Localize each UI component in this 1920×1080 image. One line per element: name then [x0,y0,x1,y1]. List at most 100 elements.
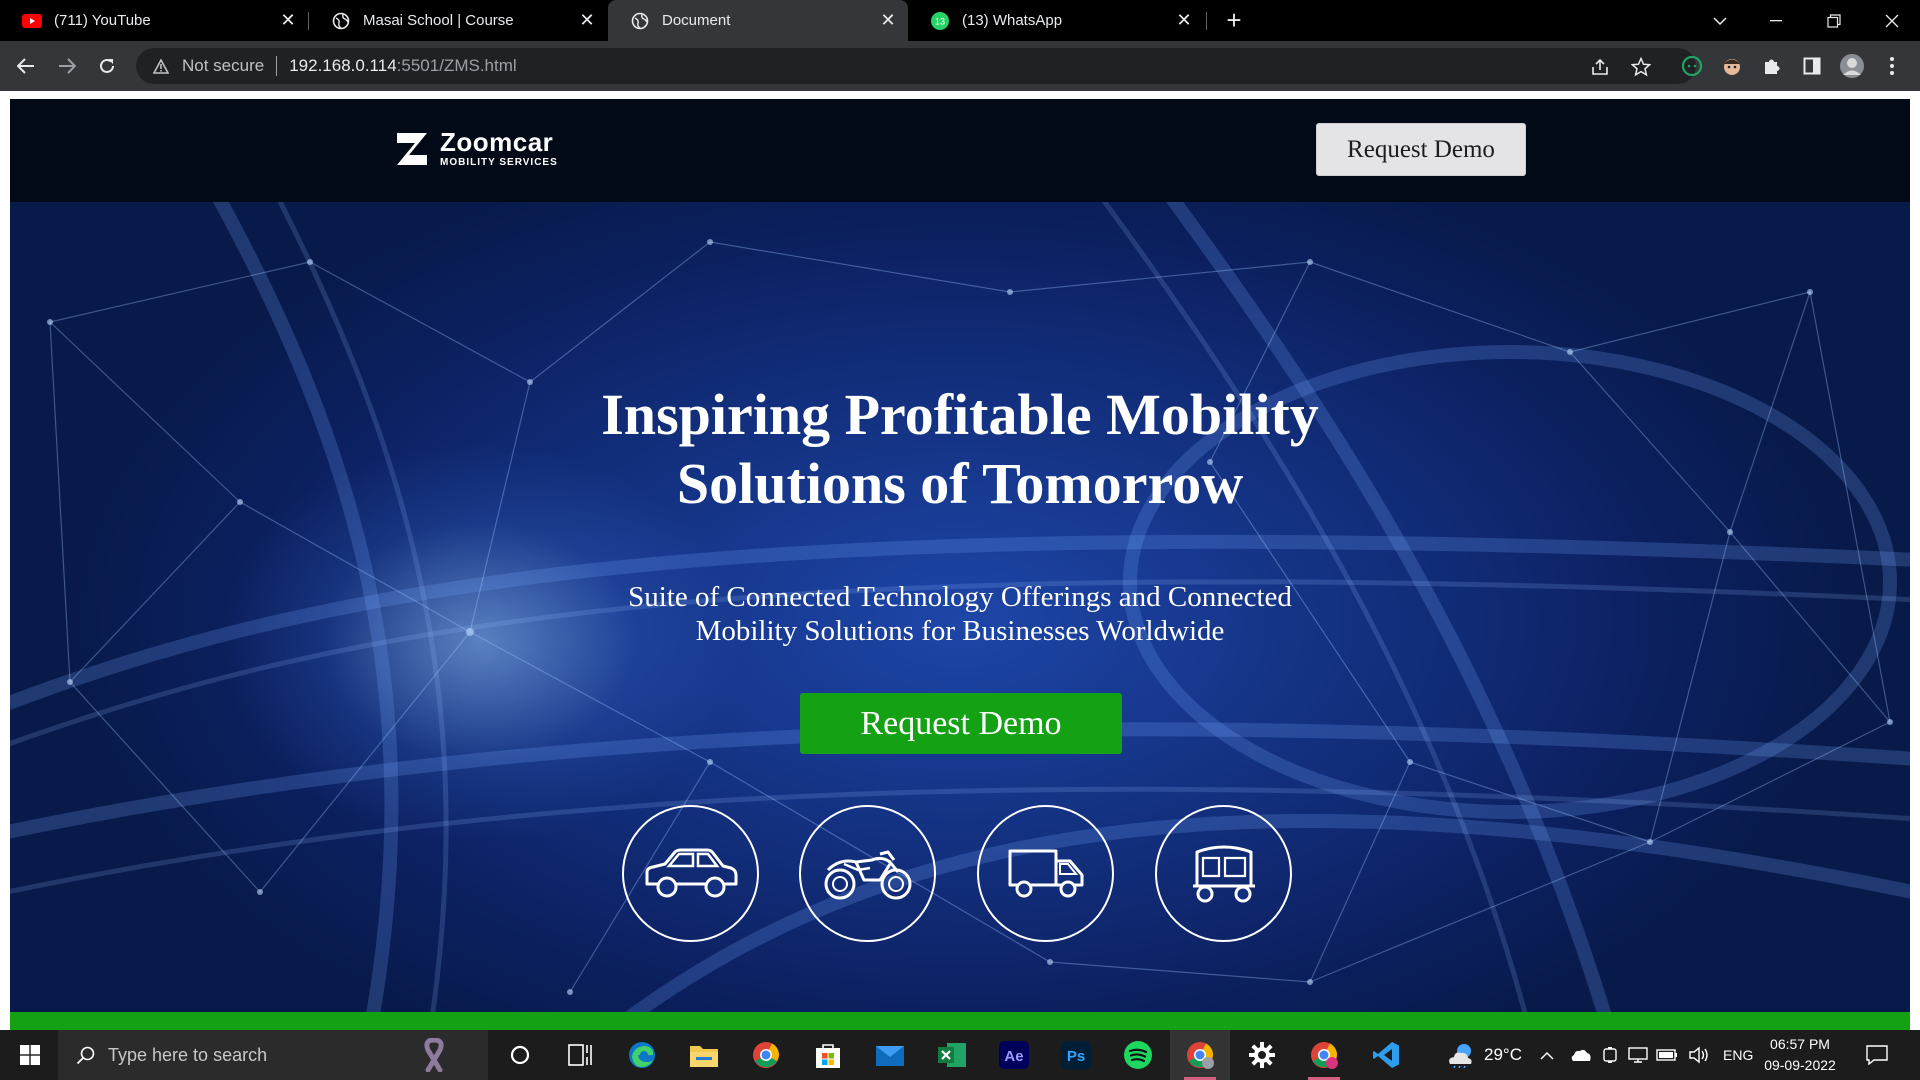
hero-subtitle: Suite of Connected Technology Offerings … [10,580,1910,648]
chrome-icon[interactable] [1170,1030,1230,1080]
browser-toolbar: Not secure 192.168.0.114 :5501/ZMS.html [0,41,1920,91]
tab-whatsapp[interactable]: 13 (13) WhatsApp ✕ [908,0,1204,41]
logo-name: Zoomcar [440,127,554,157]
windows-start-icon[interactable] [6,1030,54,1080]
logo-subtitle: MOBILITY SERVICES [440,157,558,168]
forward-icon[interactable] [51,50,83,82]
hero-title: Inspiring Profitable Mobility Solutions … [10,380,1910,518]
taskbar-search-box[interactable]: Type here to search [58,1030,488,1080]
hero-title-line: Inspiring Profitable Mobility [601,382,1319,447]
excel-icon[interactable] [922,1030,982,1080]
address-bar[interactable]: Not secure 192.168.0.114 :5501/ZMS.html [136,48,1696,84]
warning-triangle-icon[interactable] [152,57,170,75]
tab-title: (13) WhatsApp [962,12,1063,29]
awareness-ribbon-icon [420,1038,448,1072]
tab-title: (711) YouTube [54,12,151,29]
auto-rickshaw-icon[interactable] [1155,805,1292,942]
side-panel-icon[interactable] [1796,50,1828,82]
back-icon[interactable] [10,50,42,82]
face-extension-icon[interactable] [1716,50,1748,82]
onedrive-cloud-icon[interactable] [1570,1030,1592,1080]
search-placeholder: Type here to search [108,1044,268,1065]
chrome-canary-icon[interactable] [1294,1030,1354,1080]
weather-cloud-icon [1449,1044,1472,1068]
svg-text:13: 13 [935,16,945,26]
tab-document[interactable]: Document ✕ [608,0,908,41]
bookmark-star-icon[interactable] [1630,56,1652,78]
restore-icon[interactable] [1806,0,1862,41]
car-icon[interactable] [622,805,759,942]
site-header: Zoomcar MOBILITY SERVICES Request Demo [10,99,1910,202]
notifications-icon[interactable] [1866,1030,1888,1080]
network-icon[interactable] [1628,1030,1648,1080]
zoomcar-logo[interactable]: Zoomcar MOBILITY SERVICES [394,129,558,169]
after-effects-icon[interactable]: Ae [984,1030,1044,1080]
zoomcar-site: Zoomcar MOBILITY SERVICES Request Demo I… [10,99,1910,1030]
close-tab-icon[interactable]: ✕ [575,9,599,33]
header-request-demo-button[interactable]: Request Demo [1316,123,1526,176]
hero-subtitle-line: Mobility Solutions for Businesses Worldw… [695,615,1225,647]
close-tab-icon[interactable]: ✕ [276,9,300,33]
extensions-puzzle-icon[interactable] [1756,50,1788,82]
edge-icon[interactable] [612,1030,672,1080]
youtube-icon [22,11,42,31]
spotify-icon[interactable] [1108,1030,1168,1080]
browser-menu-icon[interactable] [1876,50,1908,82]
ms-store-icon[interactable] [798,1030,858,1080]
clock-date: 09-09-2022 [1764,1057,1836,1073]
cortana-icon[interactable] [490,1030,550,1080]
svg-text:Ae: Ae [1004,1048,1023,1065]
tab-title: Document [662,12,731,29]
close-tab-icon[interactable]: ✕ [1172,9,1196,33]
hero-section: Inspiring Profitable Mobility Solutions … [10,202,1910,1012]
new-tab-button[interactable]: + [1220,5,1248,35]
search-icon [76,1045,96,1065]
chrome-icon[interactable] [736,1030,796,1080]
mail-icon[interactable] [860,1030,920,1080]
taskbar-clock[interactable]: 06:57 PM 09-09-2022 [1760,1034,1840,1076]
motorbike-icon[interactable] [799,805,936,942]
battery-icon[interactable] [1656,1030,1678,1080]
reload-icon[interactable] [91,50,123,82]
clock-time: 06:57 PM [1770,1036,1830,1052]
file-explorer-icon[interactable] [674,1030,734,1080]
whatsapp-icon: 13 [930,11,950,31]
url-host: 192.168.0.114 [289,56,397,75]
address-divider [276,56,278,76]
tab-masai-school[interactable]: Masai School | Course ✕ [309,0,607,41]
page-viewport: Zoomcar MOBILITY SERVICES Request Demo I… [0,91,1920,1030]
hero-subtitle-line: Suite of Connected Technology Offerings … [628,581,1292,613]
hero-title-line: Solutions of Tomorrow [676,451,1244,516]
globe-icon [630,11,650,31]
photoshop-icon[interactable]: Ps [1046,1030,1106,1080]
url-path: :5501/ZMS.html [396,56,517,75]
input-language[interactable]: ENG [1723,1030,1753,1080]
green-section-divider [10,1012,1910,1030]
browser-tab-strip: (711) YouTube ✕ Masai School | Course ✕ … [0,0,1920,41]
settings-icon[interactable] [1232,1030,1292,1080]
zoomcar-logo-icon [397,133,427,165]
windows-taskbar: Type here to search Ae Ps 29°C ENG 06:57… [0,1030,1920,1080]
grammar-extension-icon[interactable] [1676,50,1708,82]
window-close-icon[interactable] [1864,0,1920,41]
tab-divider [1206,12,1207,30]
profile-avatar[interactable] [1836,50,1868,82]
van-icon[interactable] [977,805,1114,942]
minimize-icon[interactable] [1748,0,1804,41]
tab-search-chevron-icon[interactable] [1692,0,1748,41]
weather-widget[interactable]: 29°C [1446,1030,1522,1080]
share-icon[interactable] [1589,56,1611,78]
weather-temperature: 29°C [1484,1045,1522,1064]
vscode-icon[interactable] [1356,1030,1416,1080]
security-label[interactable]: Not secure [182,56,264,76]
close-tab-icon[interactable]: ✕ [876,9,900,33]
svg-text:Ps: Ps [1067,1048,1085,1065]
hero-request-demo-button[interactable]: Request Demo [800,693,1122,754]
device-icon[interactable] [1602,1030,1618,1080]
globe-icon [331,11,351,31]
tab-youtube[interactable]: (711) YouTube ✕ [0,0,308,41]
show-hidden-icons-chevron-icon[interactable] [1540,1030,1554,1080]
volume-icon[interactable] [1688,1030,1710,1080]
tab-title: Masai School | Course [363,12,514,29]
task-view-icon[interactable] [550,1030,610,1080]
